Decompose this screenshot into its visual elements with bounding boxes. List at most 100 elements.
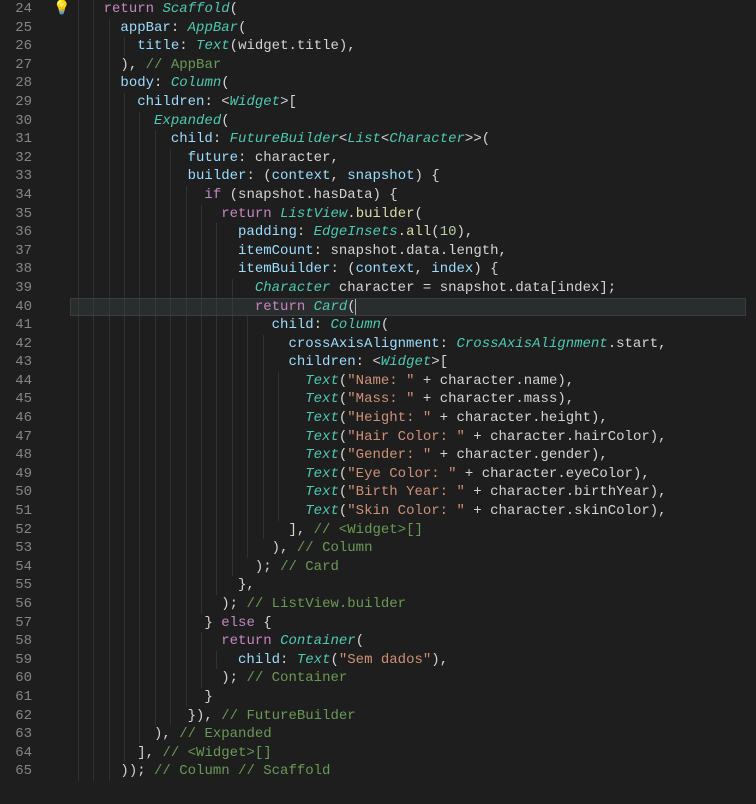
code-line[interactable]: Text("Gender: " + character.gender), [70,446,746,465]
indent-guide [263,502,264,521]
indent-guide [216,335,217,354]
code-line[interactable]: ), // Column [70,539,746,558]
indent-guide [109,279,110,298]
indent-guide [155,576,156,595]
code-line[interactable]: itemCount: snapshot.data.length, [70,242,746,261]
indent-guide [93,242,94,261]
code-line[interactable]: Text("Skin Color: " + character.skinColo… [70,502,746,521]
code-line[interactable]: } [70,688,746,707]
code-line[interactable]: Text("Height: " + character.height), [70,409,746,428]
code-area[interactable]: return Scaffold( appBar: AppBar( title: … [70,0,756,804]
token-pun: : [179,38,196,54]
code-line[interactable]: child: Text("Sem dados"), [70,651,746,670]
code-line[interactable]: padding: EdgeInsets.all(10), [70,223,746,242]
token-pun: : [440,336,457,352]
code-line[interactable]: ), // AppBar [70,56,746,75]
code-line[interactable]: Text("Hair Color: " + character.hairColo… [70,428,746,447]
code-line[interactable]: if (snapshot.hasData) { [70,186,746,205]
token-pun: ) { [415,168,440,184]
code-line[interactable]: ); // Card [70,558,746,577]
indent-guide [247,409,248,428]
token-pun: ( [339,410,347,426]
indent-guide [109,744,110,763]
code-line[interactable]: body: Column( [70,74,746,93]
code-line[interactable]: title: Text(widget.title), [70,37,746,56]
code-line[interactable]: Expanded( [70,112,746,131]
indent-guide [216,465,217,484]
code-line[interactable]: Text("Mass: " + character.mass), [70,390,746,409]
indent-guide [155,651,156,670]
indent-guide [93,632,94,651]
code-line[interactable]: appBar: AppBar( [70,19,746,38]
indent-guide [78,74,79,93]
line-number: 54 [10,558,32,577]
code-line[interactable]: Character character = snapshot.data[inde… [70,279,746,298]
code-line[interactable]: Text("Birth Year: " + character.birthYea… [70,483,746,502]
indent-guide [109,19,110,38]
token-pun: ( [339,503,347,519]
indent-guide [170,576,171,595]
code-line[interactable]: } else { [70,614,746,633]
indent-guide [232,335,233,354]
code-line[interactable]: future: character, [70,149,746,168]
line-number: 34 [10,186,32,205]
code-line[interactable]: ); // ListView.builder [70,595,746,614]
indent-guide [155,502,156,521]
token-pun: . [566,429,574,445]
code-line[interactable]: return Card( [70,298,746,317]
code-line[interactable]: ); // Container [70,669,746,688]
code-line[interactable]: children: <Widget>[ [70,353,746,372]
lightbulb-icon[interactable]: 💡 [53,0,70,19]
code-line[interactable]: return Scaffold( [70,0,746,19]
indent-guide [124,186,125,205]
code-line[interactable]: ), // Expanded [70,725,746,744]
indent-guide [109,409,110,428]
indent-guide [93,279,94,298]
indent-guide [78,130,79,149]
code-line[interactable]: )); // Column // Scaffold [70,762,746,781]
token-pun: ( [221,75,229,91]
token-var: hairColor [574,429,650,445]
indent-guide [124,242,125,261]
indent-guide [109,372,110,391]
code-line[interactable]: ], // <Widget>[] [70,521,746,540]
indent-guide [186,651,187,670]
code-line[interactable]: return ListView.builder( [70,205,746,224]
indent-guide [78,186,79,205]
code-line[interactable]: }), // FutureBuilder [70,707,746,726]
token-pun: + [456,466,481,482]
code-line[interactable]: Text("Name: " + character.name), [70,372,746,391]
code-line[interactable]: child: Column( [70,316,746,335]
indent-guide [78,316,79,335]
token-pun: ( [221,187,238,203]
code-editor[interactable]: 2425262728293031323334353637383940414243… [0,0,756,804]
line-number: 55 [10,576,32,595]
token-cls: Text [305,503,339,519]
token-pun: . [557,466,565,482]
token-pun: ( [221,113,229,129]
indent-guide [109,316,110,335]
indent-guide [247,483,248,502]
indent-guide [201,242,202,261]
code-line[interactable]: return Container( [70,632,746,651]
token-var: index [557,280,599,296]
line-number: 26 [10,37,32,56]
code-line[interactable]: crossAxisAlignment: CrossAxisAlignment.s… [70,335,746,354]
token-pun: >[ [431,354,448,370]
indent-guide [186,632,187,651]
indent-guide [155,260,156,279]
code-line[interactable]: children: <Widget>[ [70,93,746,112]
code-line[interactable]: child: FutureBuilder<List<Character>>( [70,130,746,149]
code-line[interactable]: }, [70,576,746,595]
token-pun: ( [339,484,347,500]
token-var: birthYear [574,484,650,500]
indent-guide [186,521,187,540]
code-line[interactable]: Text("Eye Color: " + character.eyeColor)… [70,465,746,484]
indent-guide [93,390,94,409]
indent-guide [201,558,202,577]
code-line[interactable]: ], // <Widget>[] [70,744,746,763]
code-line[interactable]: itemBuilder: (context, index) { [70,260,746,279]
indent-guide [170,390,171,409]
code-line[interactable]: builder: (context, snapshot) { [70,167,746,186]
indent-guide [93,130,94,149]
